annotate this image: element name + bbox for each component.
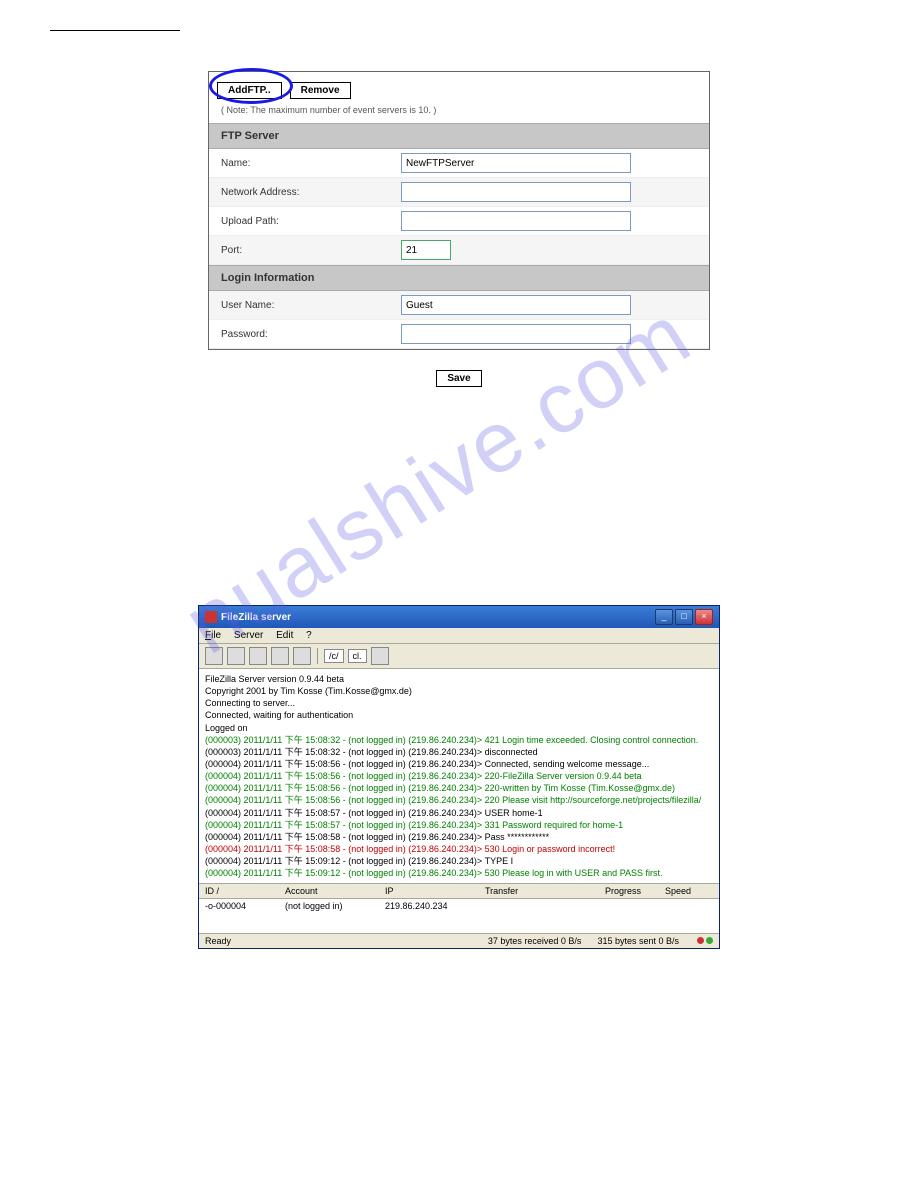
col-progress[interactable]: Progress xyxy=(605,886,665,896)
toolbar-text-2[interactable]: cl. xyxy=(348,649,367,663)
log-line: (000004) 2011/1/11 下午 15:08:57 - (not lo… xyxy=(205,819,713,831)
name-input[interactable] xyxy=(401,153,631,173)
note-text: ( Note: The maximum number of event serv… xyxy=(209,103,709,123)
save-row: Save xyxy=(50,360,868,395)
conn-id: -o-000004 xyxy=(205,901,285,931)
toolbar-text-1[interactable]: /c/ xyxy=(324,649,344,663)
status-sent: 315 bytes sent 0 B/s xyxy=(597,936,679,946)
password-input[interactable] xyxy=(401,324,631,344)
upload-path-input[interactable] xyxy=(401,211,631,231)
upload-path-row: Upload Path: xyxy=(209,207,709,236)
port-input[interactable] xyxy=(401,240,451,260)
username-input[interactable] xyxy=(401,295,631,315)
connections-header: ID / Account IP Transfer Progress Speed xyxy=(199,884,719,899)
network-address-label: Network Address: xyxy=(221,187,401,198)
name-row: Name: xyxy=(209,149,709,178)
network-address-input[interactable] xyxy=(401,182,631,202)
toolbar-icon-1[interactable] xyxy=(205,647,223,665)
status-received: 37 bytes received 0 B/s xyxy=(488,936,582,946)
log-line: FileZilla Server version 0.9.44 beta xyxy=(205,673,713,685)
log-line: Connected, waiting for authentication xyxy=(205,709,713,721)
menu-help[interactable]: ? xyxy=(306,630,312,641)
log-line: (000004) 2011/1/11 下午 15:08:57 - (not lo… xyxy=(205,807,713,819)
toolbar-icon-last[interactable] xyxy=(371,647,389,665)
button-row: AddFTP.. Remove xyxy=(209,72,709,103)
filezilla-window: FileZilla server _ □ × FFileile Server E… xyxy=(198,605,720,949)
username-row: User Name: xyxy=(209,291,709,320)
ftp-config-panel: AddFTP.. Remove ( Note: The maximum numb… xyxy=(208,71,710,350)
log-line: (000003) 2011/1/11 下午 15:08:32 - (not lo… xyxy=(205,746,713,758)
menu-file[interactable]: FFileile xyxy=(205,630,221,641)
col-id[interactable]: ID / xyxy=(205,886,285,896)
minimize-button[interactable]: _ xyxy=(655,609,673,625)
log-line: Connecting to server... xyxy=(205,697,713,709)
app-icon xyxy=(205,611,217,623)
col-transfer[interactable]: Transfer xyxy=(485,886,605,896)
add-ftp-button[interactable]: AddFTP.. xyxy=(217,82,282,99)
log-line: (000004) 2011/1/11 下午 15:08:56 - (not lo… xyxy=(205,794,713,806)
close-button[interactable]: × xyxy=(695,609,713,625)
log-line: (000004) 2011/1/11 下午 15:08:58 - (not lo… xyxy=(205,831,713,843)
log-line: (000004) 2011/1/11 下午 15:09:12 - (not lo… xyxy=(205,867,713,879)
login-info-header: Login Information xyxy=(209,265,709,291)
toolbar: /c/ cl. xyxy=(199,644,719,669)
status-bar: Ready 37 bytes received 0 B/s 315 bytes … xyxy=(199,933,719,948)
maximize-button[interactable]: □ xyxy=(675,609,693,625)
col-account[interactable]: Account xyxy=(285,886,385,896)
upload-path-label: Upload Path: xyxy=(221,216,401,227)
window-controls: _ □ × xyxy=(655,609,713,625)
col-speed[interactable]: Speed xyxy=(665,886,715,896)
status-leds xyxy=(695,936,713,946)
log-line: Copyright 2001 by Tim Kosse (Tim.Kosse@g… xyxy=(205,685,713,697)
password-label: Password: xyxy=(221,329,401,340)
save-button[interactable]: Save xyxy=(436,370,481,387)
menu-bar: FFileile Server Edit ? xyxy=(199,628,719,644)
log-line: (000004) 2011/1/11 下午 15:08:58 - (not lo… xyxy=(205,843,713,855)
name-label: Name: xyxy=(221,158,401,169)
title: FileZilla server xyxy=(205,611,291,623)
network-address-row: Network Address: xyxy=(209,178,709,207)
menu-edit[interactable]: Edit xyxy=(276,630,293,641)
port-label: Port: xyxy=(221,245,401,256)
lock-icon[interactable] xyxy=(227,647,245,665)
log-line: (000003) 2011/1/11 下午 15:08:32 - (not lo… xyxy=(205,734,713,746)
connections-pane: ID / Account IP Transfer Progress Speed … xyxy=(199,883,719,933)
conn-ip: 219.86.240.234 xyxy=(385,901,485,931)
titlebar[interactable]: FileZilla server _ □ × xyxy=(199,606,719,628)
password-row: Password: xyxy=(209,320,709,349)
groups-icon[interactable] xyxy=(271,647,289,665)
title-text: FileZilla server xyxy=(221,612,291,623)
log-line: (000004) 2011/1/11 下午 15:08:56 - (not lo… xyxy=(205,758,713,770)
menu-server[interactable]: Server xyxy=(234,630,263,641)
remove-button[interactable]: Remove xyxy=(290,82,351,99)
log-line: Logged on xyxy=(205,722,713,734)
heading-underline xyxy=(50,30,180,31)
connection-row[interactable]: -o-000004 (not logged in) 219.86.240.234 xyxy=(199,899,719,933)
led-green-icon xyxy=(706,937,713,944)
log-line: (000004) 2011/1/11 下午 15:08:56 - (not lo… xyxy=(205,770,713,782)
status-ready: Ready xyxy=(205,936,231,946)
users-icon[interactable] xyxy=(249,647,267,665)
toolbar-separator xyxy=(317,648,318,664)
settings-icon[interactable] xyxy=(293,647,311,665)
username-label: User Name: xyxy=(221,300,401,311)
led-red-icon xyxy=(697,937,704,944)
log-line: (000004) 2011/1/11 下午 15:08:56 - (not lo… xyxy=(205,782,713,794)
ftp-server-header: FTP Server xyxy=(209,123,709,149)
port-row: Port: xyxy=(209,236,709,265)
col-ip[interactable]: IP xyxy=(385,886,485,896)
log-line: (000004) 2011/1/11 下午 15:09:12 - (not lo… xyxy=(205,855,713,867)
conn-account: (not logged in) xyxy=(285,901,385,931)
log-pane[interactable]: FileZilla Server version 0.9.44 betaCopy… xyxy=(199,669,719,883)
